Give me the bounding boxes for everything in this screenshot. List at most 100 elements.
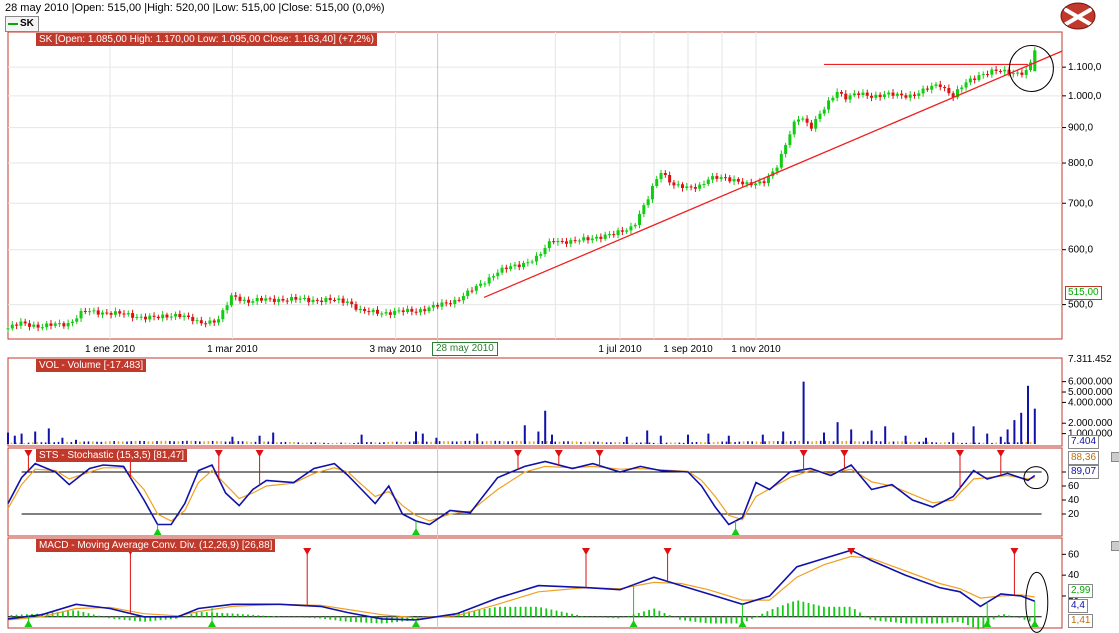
macd-histogram-bar bbox=[257, 615, 260, 617]
macd-histogram-bar bbox=[365, 616, 368, 623]
volume-spike-bar bbox=[904, 435, 907, 444]
macd-histogram-bar bbox=[555, 610, 558, 617]
volume-bar bbox=[605, 442, 608, 444]
volume-bar bbox=[395, 441, 398, 444]
candle-bear bbox=[762, 181, 766, 184]
candle-bull bbox=[908, 94, 912, 98]
macd-histogram-bar bbox=[128, 616, 131, 621]
candle-bear bbox=[552, 241, 556, 243]
candle-bear bbox=[315, 299, 319, 301]
volume-bar bbox=[490, 440, 492, 444]
macd-histogram-bar bbox=[627, 615, 630, 617]
candle-bull bbox=[161, 314, 165, 319]
volume-bar bbox=[918, 441, 920, 444]
candle-bear bbox=[436, 305, 440, 307]
macd-histogram-bar bbox=[10, 614, 13, 617]
volume-bar bbox=[216, 440, 218, 444]
volume-bar bbox=[691, 442, 694, 444]
macd-histogram-bar bbox=[493, 607, 496, 617]
macd-histogram-bar bbox=[776, 607, 779, 617]
volume-bar bbox=[815, 441, 818, 444]
macd-histogram-bar bbox=[941, 616, 944, 624]
candle-bull bbox=[40, 327, 44, 329]
candle-bull bbox=[646, 199, 650, 206]
volume-bar bbox=[875, 441, 878, 444]
volume-bar bbox=[485, 441, 488, 444]
candle-bull bbox=[981, 74, 985, 76]
macd-histogram-bar bbox=[972, 616, 974, 628]
volume-bar bbox=[297, 442, 300, 444]
macd-histogram-bar bbox=[591, 616, 594, 618]
volume-bar bbox=[592, 441, 595, 444]
volume-bar bbox=[203, 441, 205, 444]
candle-bull bbox=[195, 320, 199, 322]
volume-bar bbox=[318, 442, 321, 444]
legend-tag-label: SK bbox=[20, 18, 34, 29]
volume-spike-bar bbox=[870, 430, 873, 444]
volume-bar bbox=[644, 442, 646, 444]
macd-histogram-bar bbox=[576, 614, 578, 617]
macd-value-box-2: 4,4 bbox=[1068, 599, 1088, 613]
volume-bar bbox=[104, 441, 107, 444]
volume-bar bbox=[759, 441, 762, 444]
volume-bar bbox=[147, 441, 150, 444]
candle-bull bbox=[126, 313, 130, 315]
candle-bear bbox=[238, 296, 242, 301]
candle-bull bbox=[582, 237, 586, 241]
candle-bull bbox=[19, 321, 23, 326]
candle-bull bbox=[440, 302, 444, 307]
volume-bar bbox=[956, 442, 959, 444]
candle-bull bbox=[371, 309, 375, 313]
volume-bar bbox=[348, 442, 351, 444]
macd-histogram-bar bbox=[694, 616, 697, 622]
candle-bull bbox=[861, 92, 865, 95]
candle-bull bbox=[616, 230, 620, 236]
macd-histogram-bar bbox=[483, 608, 486, 617]
price-tick-label: 900,0 bbox=[1068, 123, 1093, 134]
candle-bear bbox=[354, 304, 358, 310]
macd-histogram-bar bbox=[709, 616, 712, 624]
volume-bar bbox=[1029, 441, 1032, 444]
volume-bar bbox=[139, 440, 141, 444]
candle-bear bbox=[388, 312, 392, 315]
price-panel-frame bbox=[7, 31, 1063, 340]
volume-bar bbox=[494, 440, 497, 444]
candle-bear bbox=[878, 94, 882, 98]
cursor-date-label: 28 may 2010 bbox=[432, 342, 498, 356]
candle-bear bbox=[560, 240, 564, 242]
candle-bull bbox=[921, 88, 925, 94]
volume-bar bbox=[541, 440, 544, 444]
volume-bar bbox=[751, 441, 753, 444]
macd-histogram-bar bbox=[87, 613, 90, 617]
macd-histogram-bar bbox=[936, 616, 938, 624]
candle-bull bbox=[676, 184, 680, 186]
volume-spike-bar bbox=[925, 437, 927, 444]
volume-bar bbox=[473, 440, 475, 444]
volume-bar bbox=[584, 441, 586, 444]
candle-bull bbox=[990, 69, 994, 75]
candle-bear bbox=[186, 315, 190, 317]
volume-spike-bar bbox=[258, 435, 261, 444]
macd-histogram-bar bbox=[514, 606, 517, 617]
volume-bar bbox=[387, 441, 390, 444]
candle-bull bbox=[848, 95, 852, 100]
candle-bull bbox=[148, 315, 152, 320]
volume-bar bbox=[742, 441, 745, 444]
macd-histogram-bar bbox=[668, 615, 671, 617]
legend-tag[interactable]: SK bbox=[5, 16, 39, 32]
macd-scroll-handle[interactable] bbox=[1111, 541, 1119, 551]
candle-bear bbox=[96, 310, 100, 315]
candle-bear bbox=[844, 93, 848, 100]
macd-histogram-bar bbox=[108, 616, 111, 619]
volume-spike-bar bbox=[646, 430, 649, 444]
macd-histogram-bar bbox=[82, 611, 85, 617]
macd-histogram-bar bbox=[267, 615, 270, 617]
macd-histogram-bar bbox=[853, 609, 856, 617]
volume-bar bbox=[19, 442, 21, 444]
volume-bar bbox=[181, 441, 184, 444]
volume-bar bbox=[284, 441, 287, 444]
volume-bar bbox=[340, 442, 342, 444]
macd-histogram-bar bbox=[745, 616, 748, 622]
candle-bull bbox=[934, 84, 938, 86]
stochastic-scroll-handle[interactable] bbox=[1111, 452, 1119, 462]
